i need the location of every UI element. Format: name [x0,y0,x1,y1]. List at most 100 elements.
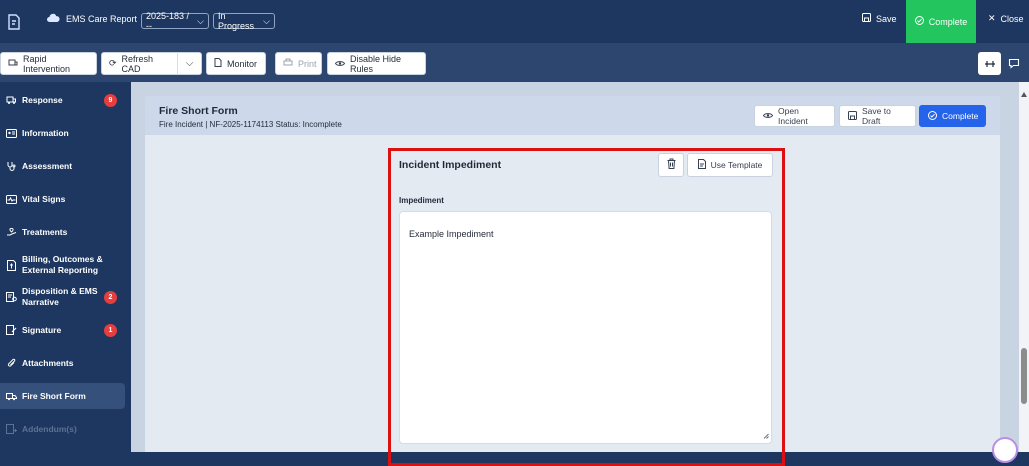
chevron-down-icon: ⌵ [197,15,204,26]
sidebar-item-disposition[interactable]: Disposition & EMS Narrative 2 [0,285,125,309]
scroll-thumb[interactable] [1021,348,1027,404]
signature-icon [1,325,21,335]
save-button[interactable]: Save [862,13,897,24]
complete-label: Complete [942,111,979,121]
layout-toggle-icon[interactable] [978,52,1001,75]
eye-icon [334,59,346,69]
narrative-icon [1,292,21,302]
sidebar-item-addendum[interactable]: Addendum(s) [0,420,125,438]
close-label: Close [1000,13,1024,24]
section-title: Incident Impediment [399,159,502,171]
notification-badge: 2 [104,290,117,304]
sidebar: Response 9 Information Assessment Vital … [0,82,131,452]
sidebar-item-label: Information [22,127,69,138]
check-circle-icon [928,110,937,122]
form-title: Fire Short Form [159,105,238,117]
app-title: EMS Care Report [46,13,137,25]
rapid-intervention-label: Rapid Intervention [23,53,71,74]
save-icon [848,110,857,122]
status-value: In Progress [218,11,255,31]
complete-button[interactable]: Complete [919,105,986,127]
open-incident-label: Open Incident [778,106,808,126]
sidebar-item-treatments[interactable]: Treatments [0,223,125,241]
sidebar-item-fire-short-form[interactable]: Fire Short Form [0,383,125,409]
analytics-fab-icon[interactable] [992,437,1018,463]
status-select[interactable]: In Progress ⌵ [213,11,275,31]
sidebar-item-label: Billing, Outcomes & External Reporting [22,254,103,275]
rapid-intervention-button[interactable]: Rapid Intervention [0,52,97,75]
paperclip-icon [1,358,21,369]
save-icon [862,13,871,24]
sidebar-item-label: Response [22,94,63,105]
chevron-down-icon: ⌵ [263,15,270,26]
sidebar-item-attachments[interactable]: Attachments [0,354,125,372]
top-bar: EMS Care Report 2025-183 / -- ⌵ In Progr… [0,0,1029,43]
sidebar-item-label: Fire Short Form [22,390,86,401]
chevron-down-icon: ⌵ [185,58,194,69]
save-label: Save [876,13,897,24]
impediment-value: Example Impediment [409,229,494,239]
stethoscope-icon [1,161,21,171]
monitor-label: Monitor [227,58,258,69]
print-label: Print [298,58,317,69]
fire-truck-icon [1,391,21,401]
fire-short-form-card: Fire Short Form Fire Incident | NF-2025-… [145,96,1000,466]
sidebar-item-label: Assessment [22,160,73,171]
chat-icon[interactable] [1002,52,1025,75]
addendum-icon [1,424,21,434]
sidebar-item-label: Treatments [22,226,68,237]
disable-hide-rules-label: Disable Hide Rules [350,53,402,74]
trash-icon [667,156,676,174]
impediment-label: Impediment [399,196,444,205]
refresh-cad-button[interactable]: ⟳ Refresh CAD [101,52,178,75]
app-title-text: EMS Care Report [66,14,138,24]
incident-number-value: 2025-183 / -- [146,11,190,31]
use-template-button[interactable]: Use Template [687,153,773,177]
form-subtitle: Fire Incident | NF-2025-1174113 Status: … [159,120,342,129]
save-to-draft-button[interactable]: Save to Draft [839,105,916,127]
id-card-icon [1,128,21,138]
sidebar-item-label: Attachments [22,357,74,368]
sidebar-item-information[interactable]: Information [0,124,125,142]
ambulance-icon [1,95,21,105]
heartbeat-icon [1,194,21,204]
refresh-cad-label: Refresh CAD [121,53,154,74]
close-icon: ✕ [988,13,996,23]
sidebar-item-signature[interactable]: Signature 1 [0,321,125,339]
impediment-textarea[interactable]: Example Impediment [399,211,772,444]
open-incident-button[interactable]: Open Incident [754,105,835,127]
disable-hide-rules-button[interactable]: Disable Hide Rules [327,52,426,75]
monitor-button[interactable]: Monitor [206,52,266,75]
incident-number-select[interactable]: 2025-183 / -- ⌵ [141,11,209,31]
incident-impediment-section: Incident Impediment Use Template Impedim… [388,148,785,466]
notification-badge: 1 [104,323,117,337]
cloud-icon [46,13,60,25]
close-button[interactable]: ✕ Close [988,13,1024,24]
form-header: Fire Short Form Fire Incident | NF-2025-… [145,96,1000,135]
sidebar-item-billing[interactable]: Billing, Outcomes & External Reporting [0,253,125,277]
use-template-label: Use Template [710,160,763,170]
app-logo-icon[interactable] [0,0,27,43]
complete-button-top[interactable]: Complete [906,0,976,43]
sidebar-item-label: Addendum(s) [22,423,77,434]
sidebar-item-assessment[interactable]: Assessment [0,157,125,175]
document-icon [214,58,222,69]
resize-handle-icon[interactable] [763,431,769,441]
ambulance-icon [8,58,18,69]
sidebar-item-response[interactable]: Response 9 [0,91,125,109]
vertical-scrollbar[interactable] [1019,82,1029,452]
save-to-draft-label: Save to Draft [862,106,891,126]
print-button[interactable]: Print [275,52,322,75]
delete-button[interactable] [658,153,684,177]
template-icon [697,159,706,171]
printer-icon [283,58,293,69]
sidebar-item-label: Vital Signs [22,193,66,204]
toolbar: Rapid Intervention ⟳ Refresh CAD ⌵ Monit… [0,43,1029,82]
refresh-cad-dropdown[interactable]: ⌵ [177,52,202,75]
hand-heart-icon [1,227,21,237]
main-content: Fire Short Form Fire Incident | NF-2025-… [131,82,1019,466]
scroll-up-arrow-icon[interactable] [1021,84,1027,102]
sidebar-item-label: Disposition & EMS Narrative [22,286,98,307]
eye-icon [762,111,774,121]
sidebar-item-vital-signs[interactable]: Vital Signs [0,190,125,208]
